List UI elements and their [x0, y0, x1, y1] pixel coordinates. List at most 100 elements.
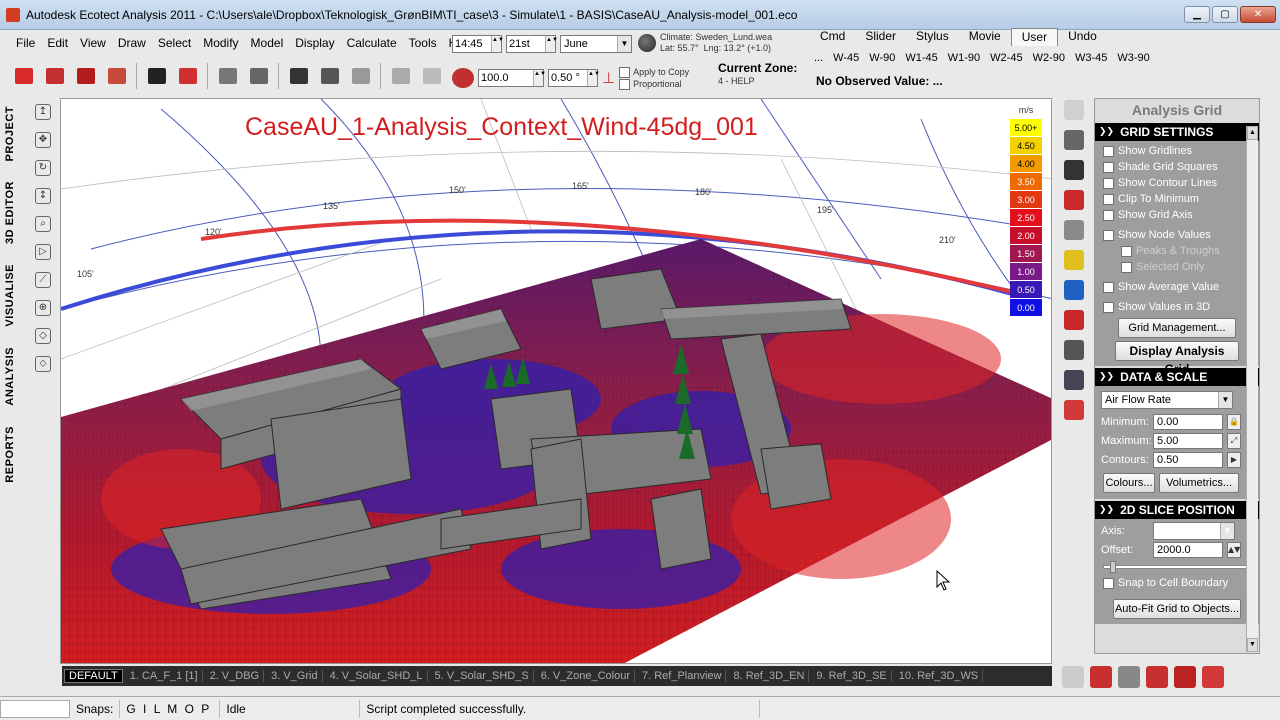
- contours-input[interactable]: 0.50: [1153, 451, 1223, 468]
- user-cmd-w2-90[interactable]: W2-90: [1033, 52, 1065, 64]
- tab-3d-editor[interactable]: 3D EDITOR: [4, 181, 26, 244]
- user-cmd-more[interactable]: ...: [814, 52, 823, 64]
- view-tab[interactable]: 9. Ref_3D_SE: [812, 670, 892, 682]
- axes-icon[interactable]: [1064, 370, 1084, 390]
- user-cmd-w3-90[interactable]: W3-90: [1117, 52, 1149, 64]
- grid-option-checkbox[interactable]: ✔ Shade Grid Squares: [1095, 159, 1259, 175]
- materials-button[interactable]: [245, 63, 272, 90]
- view-tab[interactable]: 1. CA_F_1 [1]: [126, 670, 203, 682]
- maximize-button[interactable]: ▢: [1212, 6, 1238, 23]
- dolly-icon[interactable]: ↕: [35, 188, 51, 204]
- grid-option-checkbox[interactable]: ✔ Show Gridlines: [1095, 143, 1259, 159]
- view-tab[interactable]: 4. V_Solar_SHD_L: [326, 670, 428, 682]
- view-tab[interactable]: 7. Ref_Planview: [638, 670, 727, 682]
- menu-model[interactable]: Model: [245, 34, 290, 52]
- menu-display[interactable]: Display: [289, 34, 340, 52]
- tab-project[interactable]: PROJECT: [4, 106, 26, 161]
- lock-icon[interactable]: 🔒: [1227, 413, 1241, 430]
- climate-info[interactable]: Climate: Sweden_Lund.wea Lat: 55.7° Lng:…: [638, 30, 804, 56]
- day-spinner[interactable]: 21st ▲▼: [506, 35, 558, 53]
- stairs-button[interactable]: [347, 63, 374, 90]
- offset-spinner[interactable]: 0.50 ° ▲▼: [548, 69, 600, 87]
- proportional-checkbox[interactable]: Proportional: [619, 78, 689, 90]
- pointer-icon[interactable]: [1064, 100, 1084, 120]
- tab-analysis[interactable]: ANALYSIS: [4, 347, 26, 406]
- view-tab[interactable]: 6. V_Zone_Colour: [537, 670, 635, 682]
- shadow-tool-icon[interactable]: [1146, 666, 1168, 688]
- dataset-select[interactable]: Air Flow Rate ▼: [1101, 391, 1233, 409]
- export-button[interactable]: [103, 63, 130, 90]
- snaps-value[interactable]: G I L M O P: [120, 699, 221, 718]
- tab-slider[interactable]: Slider: [855, 28, 906, 46]
- grid-option-checkbox[interactable]: Show Grid Axis: [1095, 207, 1259, 223]
- tab-user[interactable]: User: [1010, 28, 1059, 46]
- zones-button[interactable]: [214, 63, 241, 90]
- view-tab[interactable]: 2. V_DBG: [206, 670, 265, 682]
- display-analysis-grid-button[interactable]: Display Analysis Grid: [1115, 341, 1239, 376]
- user-cmd-w-45[interactable]: W-45: [833, 52, 859, 64]
- view-tab[interactable]: 10. Ref_3D_WS: [895, 670, 984, 682]
- measure-icon[interactable]: ⟋: [35, 272, 51, 288]
- view-tab[interactable]: 5. V_Solar_SHD_S: [431, 670, 534, 682]
- target-icon[interactable]: ⊕: [35, 300, 51, 316]
- view-tab[interactable]: 8. Ref_3D_EN: [729, 670, 810, 682]
- scroll-down-icon[interactable]: ▼: [1247, 638, 1258, 652]
- tab-visualise[interactable]: VISUALISE: [4, 264, 26, 327]
- save-button[interactable]: [72, 63, 99, 90]
- rays-icon[interactable]: [1064, 310, 1084, 330]
- acoustic-tool-icon[interactable]: [1174, 666, 1196, 688]
- month-select[interactable]: June ▼: [560, 35, 632, 53]
- snap-icon[interactable]: ⬦: [35, 356, 51, 372]
- user-cmd-w1-45[interactable]: W1-45: [905, 52, 937, 64]
- grid-tool-icon[interactable]: [1118, 666, 1140, 688]
- show-values-3d-checkbox[interactable]: Show Values in 3D: [1095, 299, 1259, 315]
- user-cmd-w-90[interactable]: W-90: [869, 52, 895, 64]
- nodes-tool-icon[interactable]: [1062, 666, 1084, 688]
- expand-icon[interactable]: ⤢: [1227, 432, 1241, 449]
- selected-only-checkbox[interactable]: Selected Only: [1095, 259, 1259, 275]
- user-cmd-w2-45[interactable]: W2-45: [990, 52, 1022, 64]
- eye-icon[interactable]: [1064, 220, 1084, 240]
- menu-modify[interactable]: Modify: [197, 34, 244, 52]
- minimum-input[interactable]: 0.00: [1153, 413, 1223, 430]
- zoom-icon[interactable]: ⌕: [35, 216, 51, 232]
- slice-position-header[interactable]: ❯❯ 2D SLICE POSITION: [1095, 501, 1259, 519]
- report-tool-icon[interactable]: [1202, 666, 1224, 688]
- spin-arrows-icon[interactable]: ▲▼: [1227, 541, 1241, 558]
- solar-tool-icon[interactable]: [1090, 666, 1112, 688]
- menu-file[interactable]: File: [10, 34, 41, 52]
- panel-scrollbar[interactable]: ▲ ▼: [1246, 126, 1258, 652]
- nodes-button[interactable]: [285, 63, 312, 90]
- slider-thumb[interactable]: [1110, 561, 1116, 573]
- axis-select[interactable]: XY Axis ▼: [1153, 521, 1235, 540]
- show-node-values-checkbox[interactable]: Show Node Values: [1095, 227, 1259, 243]
- menu-calculate[interactable]: Calculate: [341, 34, 403, 52]
- layer-stack-icon[interactable]: [1064, 130, 1084, 150]
- tab-reports[interactable]: REPORTS: [4, 426, 26, 483]
- offset-input[interactable]: 2000.0: [1153, 541, 1223, 558]
- minimize-button[interactable]: ▁: [1184, 6, 1210, 23]
- tab-undo[interactable]: Undo: [1058, 28, 1107, 46]
- grid-icon[interactable]: [1064, 280, 1084, 300]
- grid-option-checkbox[interactable]: Clip To Minimum: [1095, 191, 1259, 207]
- walk-icon[interactable]: ▷: [35, 244, 51, 260]
- menu-edit[interactable]: Edit: [41, 34, 74, 52]
- menu-select[interactable]: Select: [152, 34, 197, 52]
- undo-button[interactable]: [387, 63, 414, 90]
- menu-draw[interactable]: Draw: [112, 34, 152, 52]
- current-zone[interactable]: Current Zone: 4 - HELP: [718, 62, 797, 88]
- move-up-icon[interactable]: ↥: [35, 104, 51, 120]
- particles-button[interactable]: [316, 63, 343, 90]
- data-scale-header[interactable]: ❯❯ DATA & SCALE: [1095, 368, 1259, 386]
- volumetrics-button[interactable]: Volumetrics...: [1159, 473, 1239, 493]
- 3d-viewport[interactable]: 105' 120' 135' 150' 165' 180' 195' 210' …: [60, 98, 1052, 664]
- tab-stylus[interactable]: Stylus: [906, 28, 959, 46]
- export-object-icon[interactable]: [1064, 400, 1084, 420]
- tab-movie[interactable]: Movie: [959, 28, 1011, 46]
- close-button[interactable]: ✕: [1240, 6, 1276, 23]
- trash-icon[interactable]: [1064, 340, 1084, 360]
- grid-settings-header[interactable]: ❯❯ GRID SETTINGS: [1095, 123, 1259, 141]
- redo-button[interactable]: [418, 63, 445, 90]
- scroll-up-icon[interactable]: ▲: [1247, 126, 1258, 140]
- shading-value-spinner[interactable]: 100.0 ▲▼: [478, 69, 546, 87]
